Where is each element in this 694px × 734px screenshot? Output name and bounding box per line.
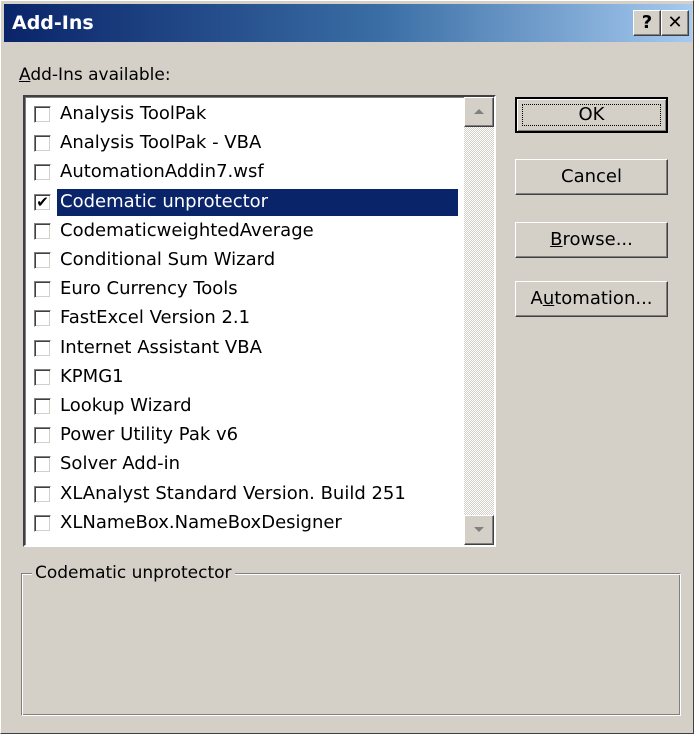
list-item-label: KPMG1: [60, 365, 124, 387]
checkbox[interactable]: [34, 427, 51, 445]
cancel-button-label: Cancel: [561, 166, 622, 187]
add-ins-list: Analysis ToolPak Analysis ToolPak - VBA Au…: [28, 100, 464, 538]
list-item[interactable]: CodematicweightedAverage: [28, 217, 464, 246]
list-item[interactable]: FastExcel Version 2.1: [28, 304, 464, 333]
window-title: Add-Ins: [12, 12, 94, 34]
focus-rectangle: [522, 104, 661, 126]
checkbox[interactable]: [34, 368, 51, 386]
help-button[interactable]: ?: [633, 10, 661, 36]
list-item-label: Internet Assistant VBA: [60, 336, 262, 358]
list-item-label: AutomationAddin7.wsf: [60, 161, 264, 183]
checkbox[interactable]: [34, 252, 51, 270]
scroll-up-button[interactable]: [464, 97, 494, 127]
checkbox[interactable]: ✔: [34, 192, 51, 211]
title-bar[interactable]: Add-Ins ? ✕: [4, 4, 692, 42]
checkbox[interactable]: [34, 281, 51, 299]
list-item-label: Conditional Sum Wizard: [60, 249, 276, 271]
list-item[interactable]: Internet Assistant VBA: [28, 334, 464, 363]
ok-button[interactable]: OK: [515, 97, 668, 133]
check-icon: ✔: [36, 192, 49, 211]
list-item[interactable]: Analysis ToolPak: [28, 100, 464, 129]
close-button[interactable]: ✕: [661, 10, 689, 36]
list-item-label: XLAnalyst Standard Version. Build 251: [60, 482, 406, 504]
checkbox[interactable]: [34, 397, 51, 415]
vertical-scrollbar[interactable]: [464, 97, 494, 545]
checkbox[interactable]: [34, 135, 51, 153]
list-item[interactable]: AutomationAddin7.wsf: [28, 158, 464, 187]
list-item-label: Solver Add-in: [60, 453, 181, 475]
checkbox[interactable]: [34, 339, 51, 357]
checkbox[interactable]: [34, 164, 51, 182]
description-groupbox: Codematic unprotector: [21, 561, 681, 716]
list-item[interactable]: KPMG1: [28, 363, 464, 392]
list-item-label: FastExcel Version 2.1: [60, 307, 251, 329]
list-item-label: XLNameBox.NameBoxDesigner: [60, 511, 342, 533]
list-item-label: Analysis ToolPak - VBA: [60, 132, 262, 154]
checkbox[interactable]: [34, 222, 51, 240]
list-item-label: Power Utility Pak v6: [60, 424, 239, 446]
list-item[interactable]: Euro Currency Tools: [28, 275, 464, 304]
list-item-label: Codematic unprotector: [57, 188, 458, 216]
list-item-label: Euro Currency Tools: [60, 278, 238, 300]
checkbox[interactable]: [34, 514, 51, 532]
checkbox[interactable]: [34, 485, 51, 503]
browse-button[interactable]: Browse...: [515, 222, 668, 258]
scroll-down-button[interactable]: [464, 515, 494, 545]
arrow-up-icon: [474, 109, 484, 114]
list-item[interactable]: Lookup Wizard: [28, 392, 464, 421]
list-item-label: Analysis ToolPak: [60, 103, 207, 125]
checkbox[interactable]: [34, 310, 51, 328]
list-item-label: Lookup Wizard: [60, 394, 192, 416]
cancel-button[interactable]: Cancel: [515, 159, 668, 195]
checkbox[interactable]: [34, 456, 51, 474]
automation-button[interactable]: Automation...: [515, 281, 668, 317]
add-ins-available-label: Add-Ins available:: [19, 65, 171, 85]
arrow-down-icon: [474, 527, 484, 532]
add-ins-dialog: Add-Ins ? ✕ Add-Ins available: Analysis …: [0, 0, 694, 734]
list-item[interactable]: Analysis ToolPak - VBA: [28, 129, 464, 158]
list-item-label: CodematicweightedAverage: [60, 219, 314, 241]
list-item[interactable]: Power Utility Pak v6: [28, 421, 464, 450]
checkbox[interactable]: [34, 106, 51, 124]
list-item[interactable]: Solver Add-in: [28, 450, 464, 479]
list-item[interactable]: ✔ Codematic unprotector: [28, 188, 464, 217]
list-item[interactable]: XLAnalyst Standard Version. Build 251: [28, 479, 464, 508]
list-item[interactable]: XLNameBox.NameBoxDesigner: [28, 509, 464, 538]
description-title: Codematic unprotector: [32, 561, 235, 585]
add-ins-listbox[interactable]: Analysis ToolPak Analysis ToolPak - VBA Au…: [23, 95, 496, 547]
list-item[interactable]: Conditional Sum Wizard: [28, 246, 464, 275]
